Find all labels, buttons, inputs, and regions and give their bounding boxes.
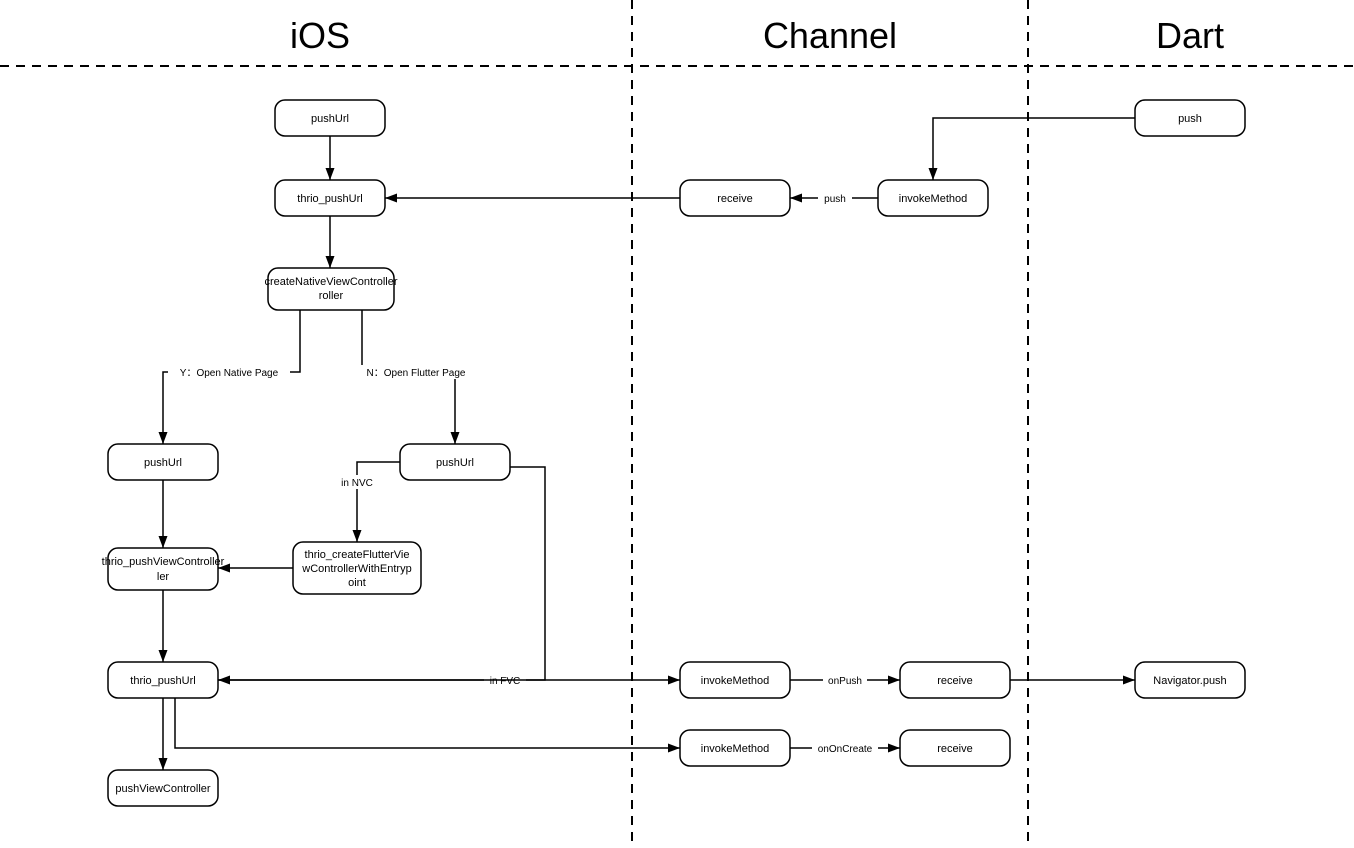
- node-pushvc: pushViewController: [108, 770, 218, 806]
- node-create-native-vc: createNativeViewController roller: [264, 268, 397, 310]
- node-pushurl-native: pushUrl: [108, 444, 218, 480]
- header-channel: Channel: [763, 15, 897, 56]
- svg-text:invokeMethod: invokeMethod: [701, 743, 770, 755]
- svg-text:createNativeViewController: createNativeViewController: [264, 276, 397, 288]
- svg-text:push: push: [1178, 113, 1202, 125]
- svg-text:pushUrl: pushUrl: [311, 113, 349, 125]
- node-navigator-push: Navigator.push: [1135, 662, 1245, 698]
- header-ios: iOS: [290, 15, 350, 56]
- flow-diagram: iOS Channel Dart pushUrl thrio_pushUrl c…: [0, 0, 1354, 848]
- edge: [175, 698, 680, 748]
- svg-text:invokeMethod: invokeMethod: [701, 675, 770, 687]
- node-channel-receive-onpush: receive: [900, 662, 1010, 698]
- label-ononcreate: onOnCreate: [818, 744, 873, 755]
- svg-text:pushViewController: pushViewController: [115, 783, 211, 795]
- svg-text:thrio_pushUrl: thrio_pushUrl: [297, 193, 362, 205]
- svg-text:receive: receive: [717, 193, 752, 205]
- node-dart-push: push: [1135, 100, 1245, 136]
- edge-in-nvc: [357, 462, 400, 542]
- svg-text:pushUrl: pushUrl: [436, 457, 474, 469]
- svg-text:pushUrl: pushUrl: [144, 457, 182, 469]
- svg-text:Navigator.push: Navigator.push: [1153, 675, 1226, 687]
- node-thrio-pushvc: thrio_pushViewController ler: [102, 548, 225, 590]
- label-push: push: [824, 194, 846, 205]
- svg-text:ler: ler: [157, 571, 170, 583]
- svg-text:invokeMethod: invokeMethod: [899, 193, 968, 205]
- node-pushurl-flutter: pushUrl: [400, 444, 510, 480]
- node-pushurl-top: pushUrl: [275, 100, 385, 136]
- svg-text:thrio_pushViewController: thrio_pushViewController: [102, 556, 225, 568]
- svg-text:roller: roller: [319, 290, 344, 302]
- node-channel-invoke-onpush: invokeMethod: [680, 662, 790, 698]
- label-y-native: Y：Open Native Page: [180, 368, 279, 379]
- label-in-nvc: in NVC: [341, 478, 373, 489]
- node-thrio-pushurl-top: thrio_pushUrl: [275, 180, 385, 216]
- label-n-flutter: N：Open Flutter Page: [367, 368, 466, 379]
- header-dart: Dart: [1156, 15, 1224, 56]
- svg-text:receive: receive: [937, 743, 972, 755]
- svg-text:oint: oint: [348, 577, 366, 589]
- svg-text:thrio_createFlutterVie: thrio_createFlutterVie: [305, 549, 410, 561]
- svg-text:thrio_pushUrl: thrio_pushUrl: [130, 675, 195, 687]
- label-in-fvc: in FVC: [490, 676, 521, 687]
- svg-text:wControllerWithEntryp: wControllerWithEntryp: [301, 563, 411, 575]
- node-thrio-pushurl-bottom: thrio_pushUrl: [108, 662, 218, 698]
- label-onpush: onPush: [828, 676, 862, 687]
- svg-text:receive: receive: [937, 675, 972, 687]
- node-channel-receive-top: receive: [680, 180, 790, 216]
- node-channel-invoke-top: invokeMethod: [878, 180, 988, 216]
- node-thrio-create-fvc: thrio_createFlutterVie wControllerWithEn…: [293, 542, 421, 594]
- edge: [933, 118, 1135, 180]
- node-channel-invoke-oncreate: invokeMethod: [680, 730, 790, 766]
- node-channel-receive-oncreate: receive: [900, 730, 1010, 766]
